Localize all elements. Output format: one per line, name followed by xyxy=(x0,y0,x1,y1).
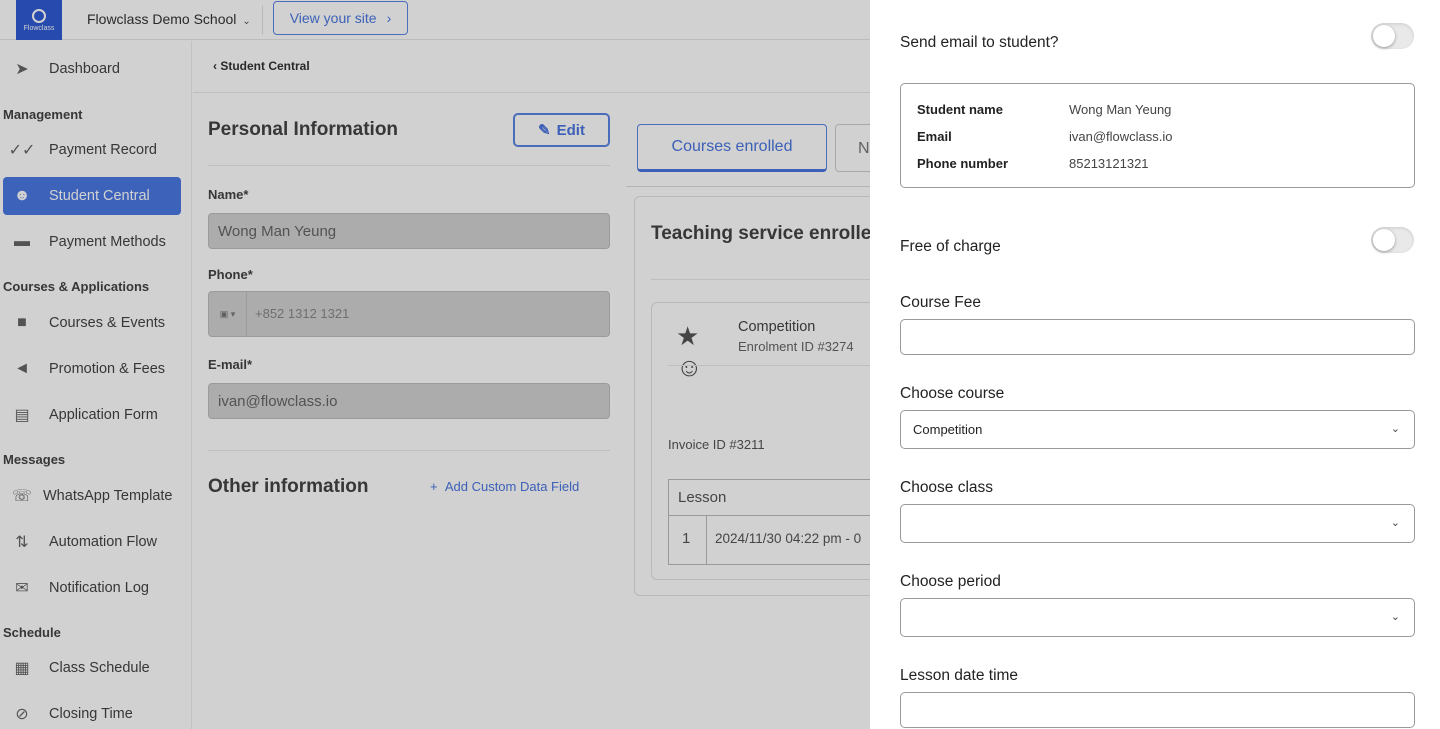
free-of-charge-toggle[interactable] xyxy=(1371,227,1414,253)
choose-class-select[interactable]: ⌄ xyxy=(900,504,1415,543)
student-name-value: Wong Man Yeung xyxy=(1069,102,1172,117)
email-value: ivan@flowclass.io xyxy=(1069,129,1173,144)
send-email-label: Send email to student? xyxy=(900,34,1059,51)
choose-class-label: Choose class xyxy=(900,479,994,496)
chevron-down-icon: ⌄ xyxy=(1390,517,1400,529)
choose-course-select[interactable]: Competition ⌄ xyxy=(900,410,1415,449)
lesson-datetime-input[interactable] xyxy=(900,692,1415,728)
add-enrolment-drawer: Send email to student? Student name Wong… xyxy=(870,0,1440,729)
choose-period-select[interactable]: ⌄ xyxy=(900,598,1415,637)
send-email-toggle[interactable] xyxy=(1371,23,1414,49)
toggle-knob xyxy=(1373,25,1395,47)
modal-backdrop[interactable] xyxy=(0,0,870,729)
course-fee-label: Course Fee xyxy=(900,294,981,311)
free-of-charge-label: Free of charge xyxy=(900,238,1001,255)
phone-key: Phone number xyxy=(917,156,1009,171)
choose-period-label: Choose period xyxy=(900,573,1001,590)
student-name-key: Student name xyxy=(917,102,1003,117)
phone-value: 85213121321 xyxy=(1069,156,1149,171)
chevron-down-icon: ⌄ xyxy=(1390,423,1400,435)
student-info-box: Student name Wong Man Yeung Email ivan@f… xyxy=(900,83,1415,188)
choose-course-label: Choose course xyxy=(900,385,1005,402)
choose-course-value: Competition xyxy=(913,422,983,437)
course-fee-input[interactable] xyxy=(900,319,1415,355)
lesson-datetime-label: Lesson date time xyxy=(900,667,1019,684)
toggle-knob xyxy=(1373,229,1395,251)
email-key: Email xyxy=(917,129,952,144)
chevron-down-icon: ⌄ xyxy=(1390,611,1400,623)
